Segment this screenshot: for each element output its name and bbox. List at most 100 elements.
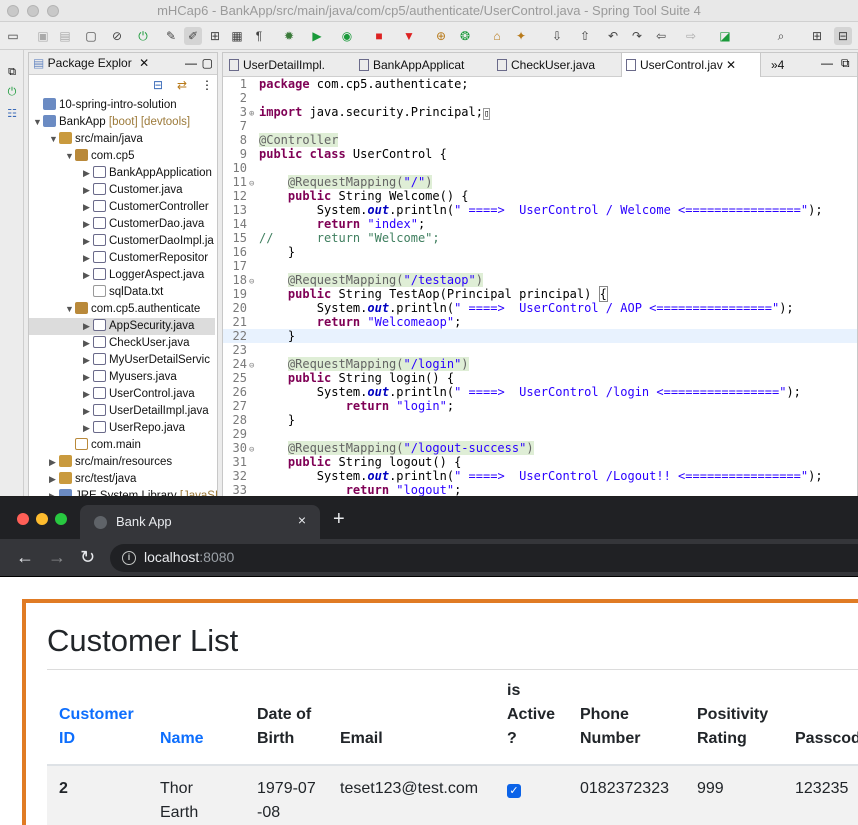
console-icon[interactable]: ▢ [82,27,100,45]
close-tab-icon[interactable]: × [298,512,306,528]
editor-tab-active[interactable]: UserControl.jav ✕ [621,53,761,77]
block-selection-icon[interactable]: ⊞ [206,27,224,45]
maximize-window-icon[interactable] [55,513,67,525]
tree-item[interactable]: ▼ BankApp [boot] [devtools] [33,114,190,131]
tree-item[interactable]: ▶ MyUserDetailServic [83,352,210,369]
chevron-down-icon[interactable]: ▼ [65,301,75,318]
more-tabs-button[interactable]: »4 [767,53,797,77]
run-profile-icon[interactable]: ◉ [338,27,356,45]
debug-icon[interactable]: ✹ [280,27,298,45]
close-icon[interactable]: ✕ [139,56,149,70]
tree-item[interactable]: ▶ Myusers.java [83,369,177,386]
previous-annotation-icon[interactable]: ⇧ [576,27,594,45]
link-with-editor-icon[interactable]: ⇄ [177,78,187,92]
tree-item[interactable]: ▶ UserControl.java [83,386,195,403]
maximize-editor-icon[interactable]: ⧉ [841,56,850,71]
new-java-class-icon[interactable]: ❂ [456,27,474,45]
word-wrap-icon[interactable]: ▦ [228,27,246,45]
close-icon[interactable]: ✕ [726,58,736,72]
open-type-icon[interactable]: ⌂ [488,27,506,45]
chevron-down-icon[interactable]: ▼ [33,114,43,131]
cell-is-active-checkbox[interactable]: ✓ [507,784,521,798]
search-icon[interactable]: ⌕ [772,27,790,45]
tree-item[interactable]: ▶ src/main/resources [49,454,172,471]
chevron-down-icon[interactable]: ▼ [65,148,75,165]
next-annotation-icon[interactable]: ⇩ [548,27,566,45]
tree-item[interactable]: ▶ src/test/java [49,471,136,488]
collapse-all-icon[interactable]: ⊟ [153,78,163,92]
save-all-icon[interactable]: ▤ [56,27,74,45]
boot-dashboard-view-icon[interactable]: ⏻ [4,84,20,100]
open-perspective-icon[interactable]: ⊞ [808,27,826,45]
back-arrow-icon[interactable]: ← [16,547,34,568]
chevron-right-icon[interactable]: ▶ [83,165,93,182]
chevron-right-icon[interactable]: ▶ [83,216,93,233]
tree-item-selected[interactable]: ▶ AppSecurity.java [29,318,215,335]
skip-breakpoints-icon[interactable]: ⊘ [108,27,126,45]
tree-item[interactable]: ▶ LoggerAspect.java [83,267,204,284]
column-header-name[interactable]: Name [160,727,240,751]
chevron-right-icon[interactable]: ▶ [83,403,93,420]
tree-item[interactable]: ▼ src/main/java [49,131,143,148]
chevron-right-icon[interactable]: ▶ [83,386,93,403]
package-explorer-tab[interactable]: ▤ Package Explor ✕ [33,56,149,70]
last-edit-icon[interactable]: ↶ [604,27,622,45]
browser-tab[interactable]: Bank App × [80,505,320,539]
chevron-right-icon[interactable]: ▶ [83,199,93,216]
url-text[interactable]: localhost:8080 [144,549,234,565]
editor-tab[interactable]: CheckUser.java [493,53,617,77]
chevron-right-icon[interactable]: ▶ [83,335,93,352]
chevron-right-icon[interactable]: ▶ [83,369,93,386]
tree-item[interactable]: ▼ com.cp5.authenticate [65,301,200,318]
info-icon[interactable]: i [122,551,136,565]
stop-icon[interactable]: ■ [370,27,388,45]
open-task-icon[interactable]: ✦ [512,27,530,45]
tree-item[interactable]: com.main [65,437,141,454]
back-icon[interactable]: ⇦ [652,27,670,45]
editor-tab[interactable]: BankAppApplicat [355,53,479,77]
view-menu-icon[interactable]: ⋮ [201,78,213,92]
close-window-icon[interactable] [17,513,29,525]
chevron-right-icon[interactable]: ▶ [83,267,93,284]
forward-arrow-icon[interactable]: → [48,547,66,568]
tree-item[interactable]: ▶ UserDetailImpl.java [83,403,209,420]
column-header-customer-id[interactable]: Customer ID [59,703,149,751]
new-java-package-icon[interactable]: ⊕ [432,27,450,45]
tree-item[interactable]: ▶ CustomerDaoImpl.ja [83,233,214,250]
chevron-right-icon[interactable]: ▶ [49,471,59,488]
minimize-window-icon[interactable] [36,513,48,525]
chevron-right-icon[interactable]: ▶ [83,352,93,369]
new-icon[interactable]: ▭ [4,27,22,45]
chevron-right-icon[interactable]: ▶ [83,182,93,199]
address-bar[interactable]: i localhost:8080 [110,544,858,572]
save-icon[interactable]: ▣ [34,27,52,45]
outline-view-icon[interactable]: ☷ [4,106,20,122]
tree-item[interactable]: ▼ com.cp5 [65,148,134,165]
reload-icon[interactable]: ↻ [80,547,95,568]
search-marker-icon[interactable]: ✎ [162,27,180,45]
new-tab-button[interactable]: + [333,508,345,531]
tree-item[interactable]: ▶ Customer.java [83,182,183,199]
minimize-editor-icon[interactable]: — [821,56,833,70]
mark-occurrences-icon[interactable]: ✐ [184,27,202,45]
minimize-view-icon[interactable]: — [185,56,197,70]
tree-item[interactable]: ▶ CustomerRepositor [83,250,208,267]
run-icon[interactable]: ▶ [308,27,326,45]
boot-dashboard-icon[interactable]: ⏻ [134,27,152,45]
tree-item[interactable]: 10-spring-intro-solution [33,97,177,114]
chevron-right-icon[interactable]: ▶ [83,250,93,267]
chevron-down-icon[interactable]: ▼ [49,131,59,148]
tree-item[interactable]: ▶ CheckUser.java [83,335,190,352]
tree-item[interactable]: sqlData.txt [83,284,163,301]
tree-item[interactable]: ▶ CustomerController [83,199,209,216]
chevron-right-icon[interactable]: ▶ [83,233,93,250]
forward-icon[interactable]: ⇨ [682,27,700,45]
maximize-view-icon[interactable]: ▢ [202,56,213,70]
pin-editor-icon[interactable]: ◪ [716,27,734,45]
chevron-right-icon[interactable]: ▶ [49,454,59,471]
restore-view-icon[interactable]: ⧉ [4,64,20,80]
spring-perspective-icon[interactable]: ⊟ [834,27,852,45]
chevron-right-icon[interactable]: ▶ [83,318,93,335]
chevron-right-icon[interactable]: ▶ [83,420,93,437]
show-whitespace-icon[interactable]: ¶ [250,27,268,45]
